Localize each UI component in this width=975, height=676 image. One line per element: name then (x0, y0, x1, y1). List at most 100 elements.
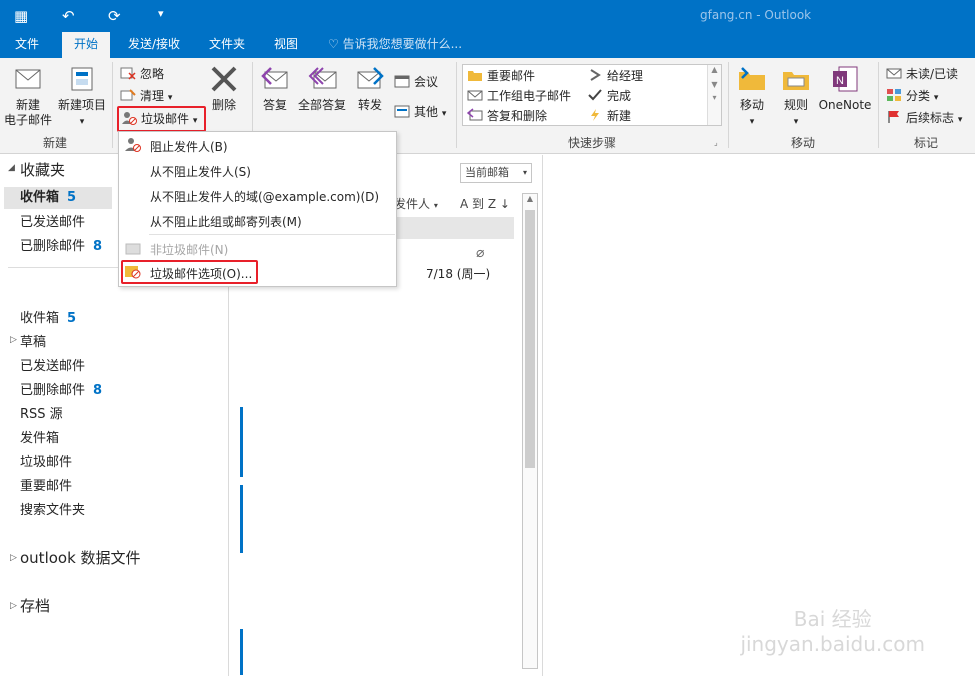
new-items-icon (71, 67, 93, 91)
ignore-button[interactable]: 忽略 (120, 64, 164, 84)
folder-deleted[interactable]: 已删除邮件 8 (20, 379, 102, 398)
sort-arrow-icon: ↓ (499, 197, 510, 211)
folder-important[interactable]: 重要邮件 (20, 475, 72, 494)
folder-drafts[interactable]: 草稿 (20, 331, 46, 350)
folder-outbox[interactable]: 发件箱 (20, 427, 59, 446)
customize-quick-access-icon[interactable]: ▾ (158, 7, 164, 20)
folder-label: RSS 源 (20, 407, 63, 422)
outlook-app-icon[interactable]: ▦ (14, 7, 28, 25)
rules-button[interactable]: 规则 ▾ (778, 64, 814, 130)
group-header[interactable] (390, 217, 514, 239)
menu-never-block-group[interactable]: 从不阻止此组或邮寄列表(M) (150, 213, 302, 230)
sort-by-sender[interactable]: 发件人 ▾ (394, 195, 438, 212)
scroll-down-icon[interactable]: ▼ (708, 80, 721, 89)
scrollbar-thumb[interactable] (525, 210, 535, 468)
quick-steps-gallery: 重要邮件 给经理 工作组电子邮件 完成 答复和删除 新建 ▲ ▼ ▾ (462, 64, 722, 126)
fav-deleted[interactable]: 已删除邮件 8 (20, 235, 102, 254)
delete-button[interactable]: 删除 (206, 64, 242, 113)
folder-junk[interactable]: 垃圾邮件 (20, 451, 72, 470)
attachment-icon: ⌀ (476, 245, 485, 261)
menu-never-block-sender[interactable]: 从不阻止发件人(S) (150, 163, 251, 180)
menu-never-block-domain[interactable]: 从不阻止发件人的域(@example.com)(D) (150, 188, 379, 205)
new-email-button[interactable]: 新建 电子邮件 (4, 64, 52, 128)
tab-send-receive[interactable]: 发送/接收 (118, 32, 190, 58)
message-list-scrollbar[interactable]: ▲ (522, 193, 538, 669)
block-sender-icon (125, 138, 141, 152)
search-scope-label: 当前邮箱 (465, 166, 509, 179)
expand-drafts-icon[interactable]: ▷ (10, 335, 17, 345)
fav-sent[interactable]: 已发送邮件 (20, 211, 85, 230)
folder-label: 收件箱 (20, 311, 60, 326)
menu-junk-options[interactable]: 垃圾邮件选项(O)... (150, 265, 252, 282)
tab-home[interactable]: 开始 (62, 32, 110, 58)
reply-all-button[interactable]: 全部答复 (296, 64, 348, 113)
quick-step-team-email[interactable]: 工作组电子邮件 (467, 87, 571, 104)
cleanup-button[interactable]: 清理 ▾ (120, 86, 172, 106)
quick-step-reply-delete[interactable]: 答复和删除 (467, 107, 547, 124)
group-new-label: 新建 (42, 136, 67, 150)
junk-icon (122, 112, 137, 125)
group-quick-steps-label: 快速步骤 (567, 136, 616, 150)
scroll-up-icon[interactable]: ▲ (523, 194, 537, 203)
folder-inbox[interactable]: 收件箱 5 (20, 307, 76, 326)
expand-gallery-icon[interactable]: ▾ (708, 93, 721, 102)
forward-label: 转发 (357, 98, 382, 112)
quick-step-label: 给经理 (607, 69, 644, 83)
folder-rss[interactable]: RSS 源 (20, 403, 63, 422)
fav-inbox[interactable]: 收件箱 5 (4, 187, 112, 209)
reply-button[interactable]: 答复 (258, 64, 292, 113)
quick-steps-scroll[interactable]: ▲ ▼ ▾ (707, 65, 721, 125)
data-file-header[interactable]: outlook 数据文件 (20, 547, 141, 568)
more-respond-button[interactable]: 其他 ▾ (394, 102, 446, 122)
folder-label: 重要邮件 (20, 479, 73, 494)
quick-step-important[interactable]: 重要邮件 (467, 67, 535, 84)
group-separator (112, 62, 113, 148)
folder-sent[interactable]: 已发送邮件 (20, 355, 85, 374)
send-receive-icon[interactable]: ⟳ (108, 7, 121, 25)
forward-button[interactable]: 转发 (352, 64, 388, 113)
tab-folder[interactable]: 文件夹 (198, 32, 256, 58)
onenote-button[interactable]: N OneNote (816, 64, 874, 113)
sort-order-toggle[interactable]: A 到 Z ↓ (460, 195, 510, 212)
scroll-up-icon[interactable]: ▲ (708, 65, 721, 74)
categorize-button[interactable]: 分类 ▾ (886, 86, 938, 106)
menu-separator (149, 234, 395, 235)
junk-button[interactable]: 垃圾邮件 ▾ (117, 106, 206, 132)
move-button[interactable]: 移动 ▾ (734, 64, 770, 130)
quick-step-done[interactable]: 完成 (587, 87, 631, 104)
dialog-launcher-icon[interactable]: ⌟ (714, 138, 718, 147)
favorites-header[interactable]: 收藏夹 (20, 159, 65, 180)
search-scope-dropdown[interactable]: 当前邮箱 ▾ (460, 163, 532, 183)
reply-all-icon (308, 67, 337, 89)
expand-data-file-icon[interactable]: ▷ (10, 553, 17, 563)
unread-marker (240, 407, 243, 477)
tell-me-box[interactable]: ♡ 告诉我您想要做什么... (328, 32, 462, 57)
quick-step-new[interactable]: 新建 (587, 107, 631, 124)
watermark-logo: Bai 经验 jingyan.baidu.com (740, 607, 925, 656)
quick-step-manager[interactable]: 给经理 (587, 67, 643, 84)
junk-menu: 阻止发件人(B) 从不阻止发件人(S) 从不阻止发件人的域(@example.c… (118, 131, 397, 287)
new-items-dropdown-icon: ▾ (79, 117, 85, 127)
forward-icon (357, 67, 384, 89)
meeting-button[interactable]: 会议 (394, 72, 438, 92)
quick-step-label: 完成 (607, 89, 632, 103)
unread-count: 8 (93, 383, 103, 398)
cleanup-label: 清理 (140, 89, 165, 103)
unread-read-button[interactable]: 未读/已读 (886, 64, 958, 84)
sort-by-label: 发件人 (394, 197, 431, 211)
folder-label: 已发送邮件 (20, 359, 86, 374)
delete-icon (211, 66, 237, 92)
collapse-favorites-icon[interactable]: ◢ (8, 163, 15, 173)
new-items-button[interactable]: 新建项目 ▾ (56, 64, 108, 130)
message-date: 7/18 (周一) (426, 267, 491, 281)
menu-block-sender[interactable]: 阻止发件人(B) (150, 138, 228, 155)
more-respond-dropdown-icon: ▾ (441, 109, 447, 119)
tab-file[interactable]: 文件 (0, 32, 54, 58)
tab-view[interactable]: 视图 (262, 32, 310, 58)
folder-search[interactable]: 搜索文件夹 (20, 499, 85, 518)
expand-archive-icon[interactable]: ▷ (10, 601, 17, 611)
archive-header[interactable]: 存档 (20, 595, 50, 616)
move-folder-icon (468, 71, 482, 81)
follow-up-button[interactable]: 后续标志 ▾ (886, 108, 962, 128)
undo-icon[interactable]: ↶ (62, 7, 75, 25)
